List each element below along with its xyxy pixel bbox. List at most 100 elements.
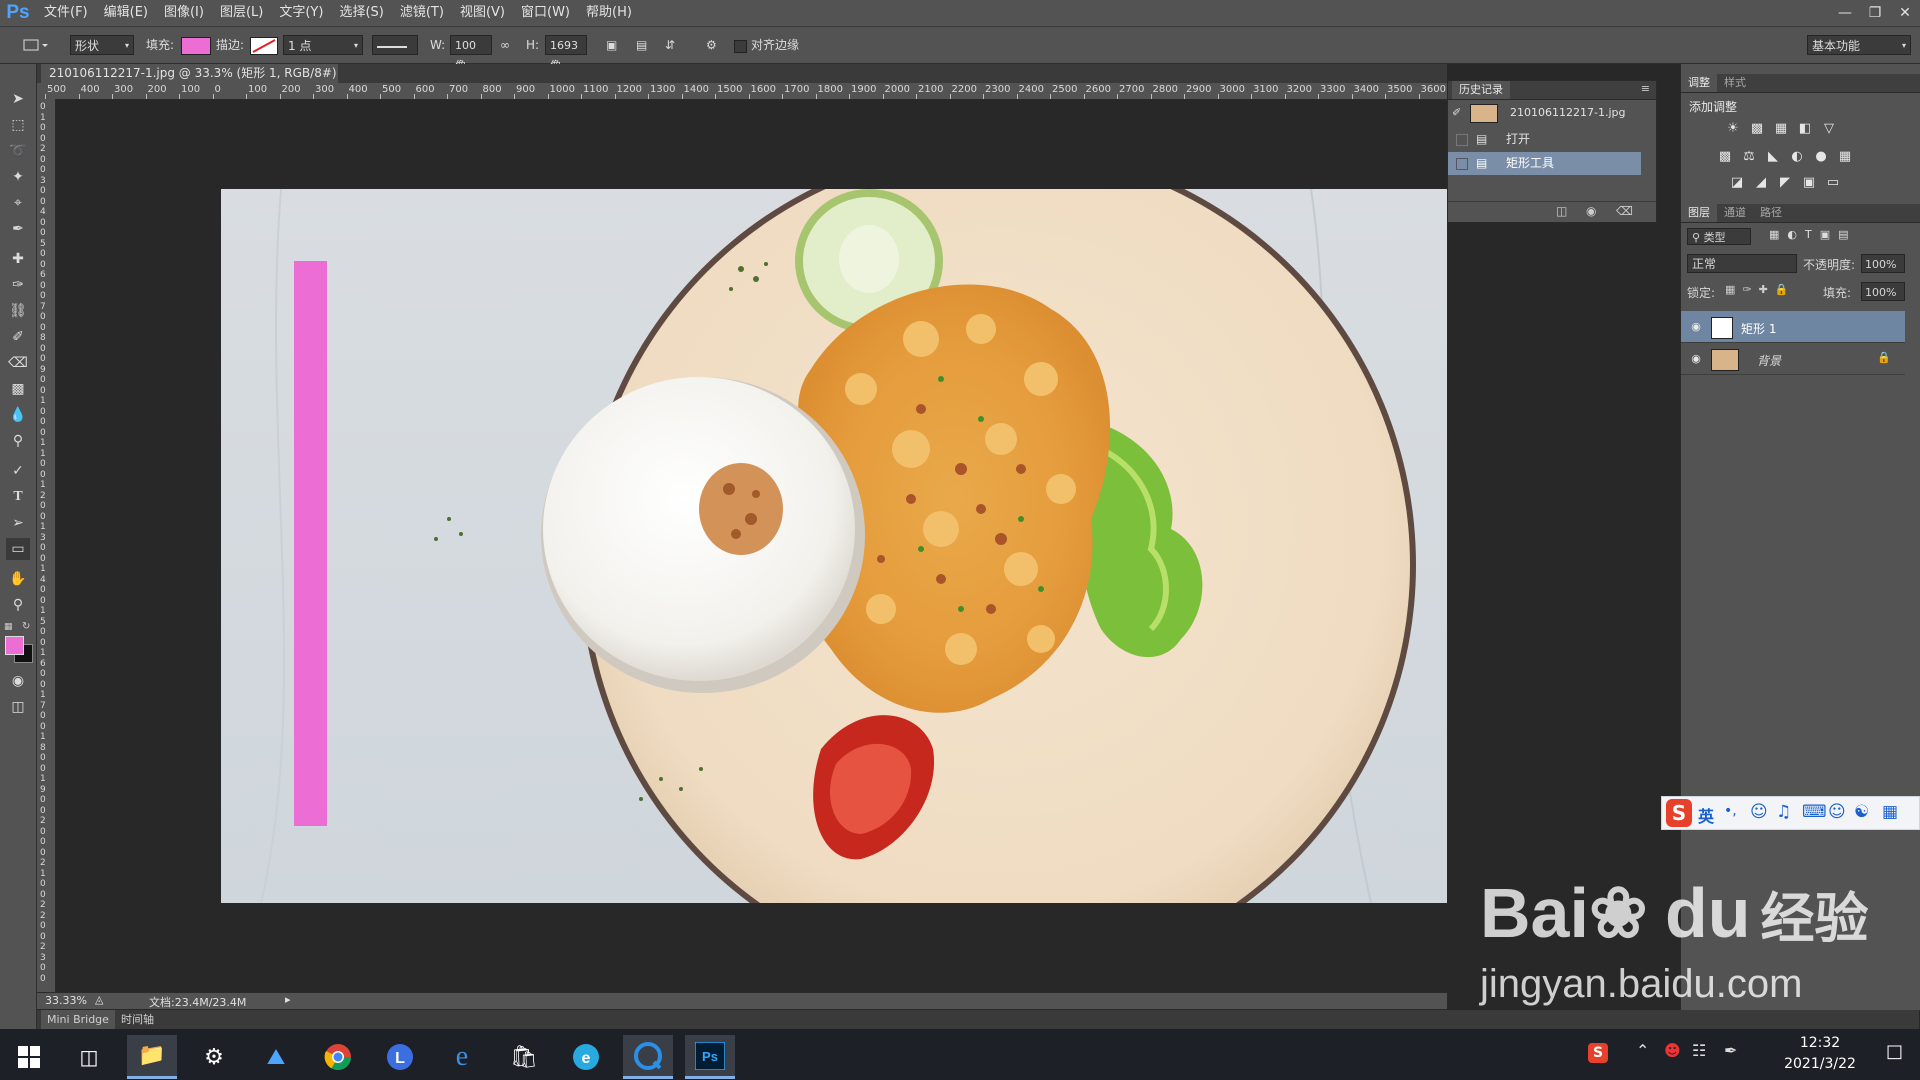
stroke-type-select[interactable] — [372, 35, 418, 55]
sogou-logo-icon[interactable]: S — [1666, 799, 1692, 827]
fill-input[interactable]: 100% — [1861, 282, 1905, 301]
menu-file[interactable]: 文件(F) — [36, 0, 96, 26]
close-icon[interactable]: ✕ — [1890, 0, 1920, 26]
zoom-tool-icon[interactable]: ⚲ — [6, 594, 30, 616]
default-colors-icon[interactable]: ▦ — [4, 622, 13, 632]
gradient-tool-icon[interactable]: ▩ — [6, 378, 30, 400]
document-tab[interactable]: 210106112217-1.jpg @ 33.3% (矩形 1, RGB/8#… — [41, 64, 338, 99]
menu-select[interactable]: 选择(S) — [331, 0, 391, 26]
layer-row[interactable]: ◉ 矩形 1 — [1681, 311, 1905, 343]
exposure-icon[interactable]: ◧ — [1797, 122, 1813, 136]
levels-icon[interactable]: ▩ — [1749, 122, 1765, 136]
height-input[interactable]: 1693 像 — [545, 35, 587, 72]
layer-filter-select[interactable]: ⚲ 类型 — [1687, 228, 1751, 245]
mode-select[interactable]: 形状 ▾ — [70, 35, 134, 55]
history-checkbox[interactable] — [1456, 134, 1468, 146]
menu-type[interactable]: 文字(Y) — [271, 0, 331, 26]
sogou-tray-icon[interactable]: S — [1588, 1043, 1608, 1063]
link-icon[interactable]: ∞ — [500, 35, 510, 55]
path-alignment-icon[interactable]: ▤ — [636, 35, 647, 55]
store-icon[interactable]: 🛍 — [499, 1035, 549, 1079]
internet-explorer-icon[interactable]: e — [437, 1035, 487, 1079]
black-white-icon[interactable]: ◣ — [1765, 150, 1781, 164]
curves-icon[interactable]: ▦ — [1773, 122, 1789, 136]
brightness-icon[interactable]: ☀ — [1725, 122, 1741, 136]
channel-mixer-icon[interactable]: ● — [1813, 150, 1829, 164]
gradient-map-icon[interactable]: ▭ — [1825, 176, 1841, 190]
lasso-tool-icon[interactable]: ➰ — [6, 140, 30, 162]
pen-tool-icon[interactable]: ✓ — [6, 460, 30, 482]
menu-image[interactable]: 图像(I) — [156, 0, 212, 26]
microphone-icon[interactable]: ♫ — [1776, 802, 1791, 822]
photo-filter-icon[interactable]: ◐ — [1789, 150, 1805, 164]
eye-icon[interactable]: ◉ — [1689, 320, 1703, 334]
stroke-swatch[interactable] — [250, 37, 278, 55]
fill-swatch[interactable] — [181, 37, 211, 55]
tab-adjustments[interactable]: 调整 — [1681, 74, 1717, 92]
magic-wand-icon[interactable]: ✦ — [6, 166, 30, 188]
healing-brush-icon[interactable]: ✚ — [6, 248, 30, 270]
path-operations-icon[interactable]: ▣ — [606, 35, 617, 55]
color-balance-icon[interactable]: ⚖ — [1741, 150, 1757, 164]
selective-color-icon[interactable]: ▣ — [1801, 176, 1817, 190]
path-arrangement-icon[interactable]: ⇵ — [665, 35, 675, 55]
align-edges-checkbox[interactable] — [734, 40, 747, 53]
vibrance-icon[interactable]: ▽ — [1821, 122, 1837, 136]
panel-menu-icon[interactable]: ≡ — [1641, 82, 1650, 95]
blend-mode-select[interactable]: 正常 — [1687, 254, 1797, 273]
tab-channels[interactable]: 通道 — [1717, 204, 1753, 222]
photoshop-taskbar-icon[interactable]: Ps — [685, 1035, 735, 1079]
swap-colors-icon[interactable]: ↻ — [22, 621, 30, 632]
menu-layer[interactable]: 图层(L) — [212, 0, 271, 26]
tab-styles[interactable]: 样式 — [1717, 74, 1753, 92]
qq-tray-icon[interactable]: ☻ — [1664, 1041, 1681, 1060]
clone-stamp-icon[interactable]: ⛓ — [6, 300, 30, 322]
stroke-width-input[interactable]: 1 点 ▾ — [283, 35, 363, 55]
rectangle-tool-icon[interactable]: ▭ — [6, 538, 30, 560]
menu-filter[interactable]: 滤镜(T) — [392, 0, 452, 26]
history-brush-icon[interactable]: ✐ — [6, 326, 30, 348]
history-item[interactable]: ▤ 打开 — [1448, 128, 1641, 151]
foreground-color-swatch[interactable] — [5, 636, 24, 655]
tool-preset-picker[interactable] — [20, 35, 48, 55]
tab-history[interactable]: 历史记录 — [1452, 81, 1510, 99]
menu-window[interactable]: 窗口(W) — [513, 0, 578, 26]
move-tool-icon[interactable]: ➤ — [6, 88, 30, 110]
brush-tool-icon[interactable]: ✑ — [6, 274, 30, 296]
eraser-tool-icon[interactable]: ⌫ — [6, 352, 30, 374]
menu-help[interactable]: 帮助(H) — [578, 0, 640, 26]
trash-icon[interactable]: ⌫ — [1616, 204, 1633, 218]
l-app-icon[interactable]: L — [375, 1035, 425, 1079]
tab-mini-bridge[interactable]: Mini Bridge — [41, 1010, 115, 1029]
browser-q-icon[interactable] — [623, 1035, 673, 1079]
clock-date[interactable]: 2021/3/22 — [1770, 1056, 1870, 1072]
file-explorer-icon[interactable]: 📁 — [127, 1035, 177, 1079]
restore-icon[interactable]: ❐ — [1860, 0, 1890, 26]
minimize-icon[interactable]: — — [1830, 0, 1860, 26]
windows-start-icon[interactable] — [4, 1035, 54, 1079]
tab-layers[interactable]: 图层 — [1681, 204, 1717, 222]
tab-paths[interactable]: 路径 — [1753, 204, 1789, 222]
history-snapshot[interactable]: ✐ 210106112217-1.jpg — [1448, 101, 1641, 124]
hand-tool-icon[interactable]: ✋ — [6, 568, 30, 590]
width-input[interactable]: 100 像 — [450, 35, 492, 72]
photos-app-icon[interactable]: ⛰ — [251, 1035, 301, 1079]
threshold-icon[interactable]: ◤ — [1777, 176, 1793, 190]
menu-edit[interactable]: 编辑(E) — [96, 0, 156, 26]
menu-view[interactable]: 视图(V) — [452, 0, 513, 26]
document-image[interactable] — [221, 189, 1496, 903]
lock-icons[interactable]: ▦✑✚🔒 — [1725, 283, 1796, 296]
info-icon[interactable]: ◬ — [95, 993, 103, 1006]
tray-expand-icon[interactable]: ⌃ — [1636, 1041, 1649, 1060]
pen-input-icon[interactable]: ✒ — [1724, 1041, 1737, 1060]
camera-icon[interactable]: ◉ — [1586, 204, 1596, 218]
eye-icon[interactable]: ◉ — [1689, 352, 1703, 366]
ime-punctuation-toggle[interactable]: •, — [1724, 803, 1737, 819]
invert-icon[interactable]: ◪ — [1729, 176, 1745, 190]
blur-tool-icon[interactable]: 💧 — [6, 404, 30, 426]
task-view-icon[interactable]: ◫ — [64, 1035, 114, 1079]
path-selection-icon[interactable]: ➢ — [6, 512, 30, 534]
layer-row[interactable]: ◉ 背景 🔒 — [1681, 343, 1905, 375]
user-icon[interactable]: ☺ — [1828, 802, 1846, 822]
marquee-tool-icon[interactable]: ⬚ — [6, 114, 30, 136]
